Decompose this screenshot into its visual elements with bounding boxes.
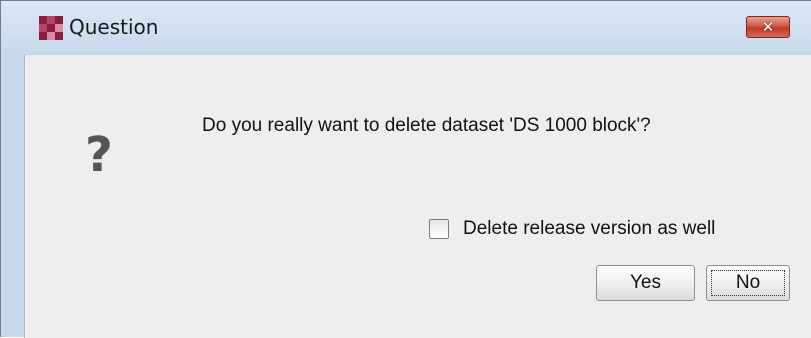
delete-release-label[interactable]: Delete release version as well (463, 218, 715, 240)
no-button[interactable]: No (706, 265, 790, 301)
close-button[interactable]: ✕ (746, 16, 790, 38)
window-title: Question (69, 15, 159, 39)
dialog-body: ? Do you really want to delete dataset '… (24, 55, 811, 338)
dialog-window: Question ✕ ? Do you really want to delet… (0, 0, 811, 338)
question-icon: ? (85, 127, 113, 183)
yes-button-label: Yes (630, 272, 661, 293)
dialog-message: Do you really want to delete dataset 'DS… (202, 115, 651, 136)
title-bar[interactable]: Question ✕ (1, 1, 811, 55)
yes-button[interactable]: Yes (596, 265, 695, 301)
focus-ring (711, 270, 785, 296)
delete-release-checkbox[interactable] (429, 219, 449, 239)
app-logo-icon (39, 16, 63, 40)
delete-release-option[interactable]: Delete release version as well (429, 218, 715, 240)
close-icon: ✕ (761, 18, 775, 36)
